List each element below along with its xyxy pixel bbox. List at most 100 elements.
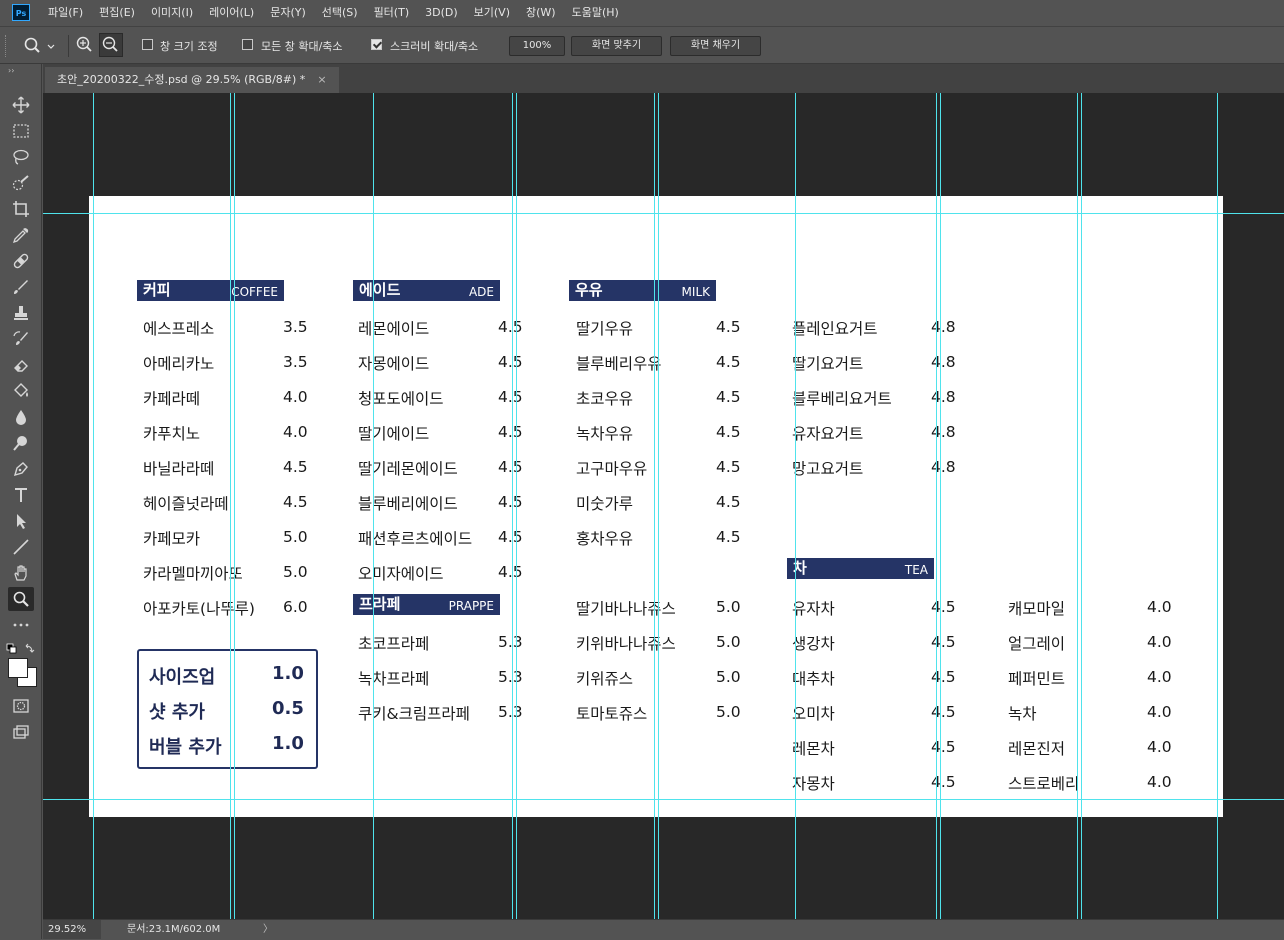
options-grip[interactable] [5,35,9,57]
eraser-tool-icon[interactable] [8,353,34,377]
vertical-guide[interactable] [230,93,231,919]
menu-item[interactable]: 선택(S) [314,0,366,26]
menu-item-name: 녹차프라페 [358,670,430,688]
zoom-value-field[interactable]: 100% [509,36,565,56]
menu-item[interactable]: 편집(E) [91,0,143,26]
quick-selection-tool-icon[interactable] [8,171,34,195]
blur-tool-icon[interactable] [8,405,34,429]
horizontal-guide[interactable] [43,213,1284,214]
menu-item-price: 5.0 [716,703,741,721]
menu-item-name: 키위쥬스 [576,670,634,688]
hand-tool-icon[interactable] [8,561,34,585]
menu-item[interactable]: 레이어(L) [201,0,262,26]
menu-item-price: 5.0 [716,668,741,686]
eyedropper-tool-icon[interactable] [8,223,34,247]
menu-item[interactable]: 문자(Y) [262,0,314,26]
menu-item-name: 홍차우유 [576,530,634,548]
menu-item-price: 4.0 [1147,598,1172,616]
milk-section-header: 우유 MILK [569,280,716,301]
resize-windows-checkbox[interactable] [142,39,153,50]
document-tab[interactable]: 초안_20200322_수정.psd @ 29.5% (RGB/8#) * × [45,67,339,93]
marquee-tool-icon[interactable] [8,119,34,143]
menu-item[interactable]: 도움말(H) [564,0,627,26]
menu-item-name: 헤이즐넛라떼 [143,495,229,513]
menu-item[interactable]: 필터(T) [366,0,418,26]
menu-item-price: 4.5 [716,353,741,371]
document-canvas[interactable]: 커피 COFFEE 에스프레소 3.5 아메리카노 3.5 카페라떼 4.0 카… [89,196,1223,817]
lasso-tool-icon[interactable] [8,145,34,169]
menu-item[interactable]: 이미지(I) [143,0,201,26]
menu-item[interactable]: 3D(D) [417,0,466,26]
menu-item[interactable]: 창(W) [518,0,564,26]
extra-price: 1.0 [272,733,304,754]
line-tool-icon[interactable] [8,535,34,559]
zoom-all-windows-label: 모든 창 확대/축소 [261,40,343,53]
menu-item-price: 4.5 [498,353,523,371]
vertical-guide[interactable] [940,93,941,919]
menu-item-price: 5.0 [716,598,741,616]
zoom-tool-icon[interactable] [8,587,34,611]
fit-screen-button[interactable]: 화면 맞추기 [571,36,662,56]
scrubby-zoom-checkbox[interactable] [371,39,382,50]
menu-item-name: 고구마우유 [576,460,648,478]
extra-name: 샷 추가 [149,702,205,723]
color-swatches[interactable] [8,658,38,688]
history-brush-tool-icon[interactable] [8,327,34,351]
vertical-guide[interactable] [1077,93,1078,919]
type-tool-icon[interactable] [8,483,34,507]
healing-brush-tool-icon[interactable] [8,249,34,273]
zoom-in-icon[interactable] [74,34,96,56]
menu-item-name: 레몬에이드 [358,320,430,338]
tools-panel: ›› [0,64,42,939]
menu-item-price: 4.0 [1147,633,1172,651]
clone-stamp-tool-icon[interactable] [8,301,34,325]
vertical-guide[interactable] [234,93,235,919]
menu-item-name: 카페모카 [143,530,201,548]
horizontal-guide[interactable] [43,799,1284,800]
vertical-guide[interactable] [512,93,513,919]
menu-item-price: 4.8 [931,318,956,336]
menu-item[interactable]: 보기(V) [466,0,518,26]
extra-price: 1.0 [272,663,304,684]
close-tab-icon[interactable]: × [317,73,326,86]
vertical-guide[interactable] [654,93,655,919]
dodge-tool-icon[interactable] [8,431,34,455]
zoom-out-icon[interactable] [99,33,123,57]
vertical-guide[interactable] [658,93,659,919]
status-bar: 29.52% 문서:23.1M/602.0M 〉 [43,919,1284,939]
panel-collapse-icon[interactable]: ›› [8,66,14,75]
vertical-guide[interactable] [936,93,937,919]
menu-item-price: 4.0 [1147,773,1172,791]
vertical-guide[interactable] [516,93,517,919]
frappe-title-ko: 프라페 [359,595,401,613]
vertical-guide[interactable] [1081,93,1082,919]
vertical-guide[interactable] [795,93,796,919]
canvas-area[interactable]: 커피 COFFEE 에스프레소 3.5 아메리카노 3.5 카페라떼 4.0 카… [43,93,1284,919]
menu-item[interactable]: 파일(F) [40,0,91,26]
vertical-guide[interactable] [1217,93,1218,919]
more-tools-icon[interactable] [8,613,34,637]
vertical-guide[interactable] [373,93,374,919]
foreground-color-swatch[interactable] [8,658,28,678]
zoom-tool-preset-icon[interactable] [22,34,56,61]
menu-item-name: 블루베리우유 [576,355,662,373]
pen-tool-icon[interactable] [8,457,34,481]
move-tool-icon[interactable] [8,93,34,117]
crop-tool-icon[interactable] [8,197,34,221]
fill-screen-button[interactable]: 화면 채우기 [670,36,761,56]
zoom-all-windows-checkbox[interactable] [242,39,253,50]
status-menu-arrow-icon[interactable]: 〉 [263,920,273,940]
coffee-section-header: 커피 COFFEE [137,280,284,301]
brush-tool-icon[interactable] [8,275,34,299]
menu-item-name: 얼그레이 [1008,635,1066,653]
quick-mask-icon[interactable] [8,694,34,718]
vertical-guide[interactable] [93,93,94,919]
menu-item-name: 오미자에이드 [358,565,444,583]
ade-title-ko: 에이드 [359,281,401,299]
menu-item-name: 녹차 [1008,705,1037,723]
menu-item-name: 패션후르츠에이드 [358,530,473,548]
paint-bucket-tool-icon[interactable] [8,379,34,403]
path-selection-tool-icon[interactable] [8,509,34,533]
screen-mode-icon[interactable] [8,720,34,744]
zoom-level-field[interactable]: 29.52% [43,920,101,939]
